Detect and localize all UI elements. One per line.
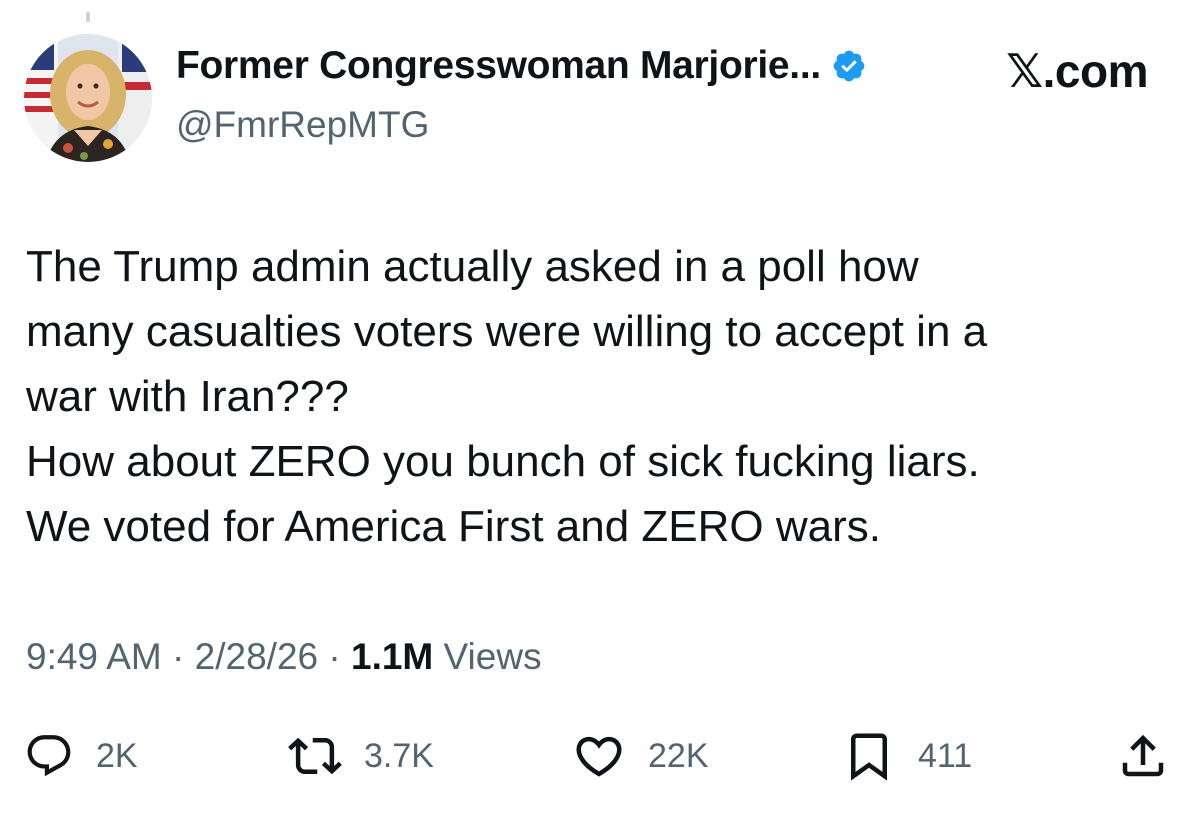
status-dot [86,12,90,22]
author-display-name[interactable]: Former Congresswoman Marjorie... [176,44,821,88]
avatar-image [24,34,152,162]
meta-separator: · [318,636,351,677]
heart-icon [576,736,622,777]
tweet-text: The Trump admin actually asked in a poll… [26,234,1176,559]
reply-button[interactable]: 2K [24,728,138,784]
bookmark-count: 411 [918,736,973,775]
tweet-time[interactable]: 9:49 AM [26,636,162,677]
tweet-line: The Trump admin actually asked in a poll… [26,242,919,291]
brand-suffix: .com [1042,45,1149,97]
share-button[interactable] [1116,728,1170,784]
share-icon [1122,734,1164,777]
verified-badge-icon [831,48,867,84]
views-count: 1.1M [351,636,434,677]
tweet-line: We voted for America First and ZERO wars… [26,502,881,551]
author-handle[interactable]: @FmrRepMTG [176,104,429,146]
action-bar: 2K 3.7K 22K 411 [24,728,1174,784]
reply-count: 2K [96,736,138,775]
bookmark-button[interactable]: 411 [842,728,972,784]
avatar[interactable] [24,34,152,162]
author-name-row[interactable]: Former Congresswoman Marjorie... [176,44,867,88]
tweet-date[interactable]: 2/28/26 [195,636,318,677]
repost-count: 3.7K [364,736,434,775]
like-button[interactable]: 22K [572,728,709,784]
repost-button[interactable]: 3.7K [288,728,434,784]
repost-icon [288,737,342,775]
tweet-line: How about ZERO you bunch of sick fucking… [26,437,980,486]
brand-watermark: 𝕏.com [1006,44,1148,98]
reply-icon [27,735,71,777]
tweet-line: war with Iran??? [26,372,349,421]
like-count: 22K [648,736,709,775]
bookmark-icon [851,733,887,781]
tweet-meta: 9:49 AM · 2/28/26 · 1.1M Views [26,636,542,678]
views-label: Views [433,636,542,677]
tweet-line: many casualties voters were willing to a… [26,307,988,356]
meta-separator: · [161,636,195,677]
x-logo-icon: 𝕏 [1006,44,1043,98]
